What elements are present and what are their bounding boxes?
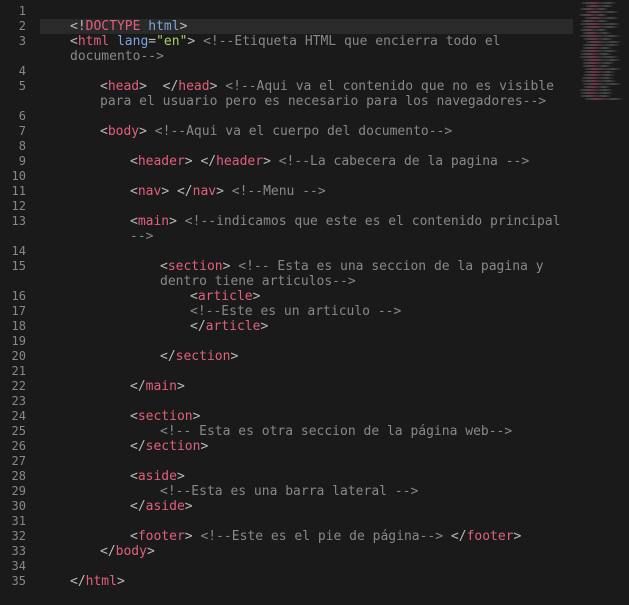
code-line[interactable]: </aside> bbox=[40, 499, 573, 514]
line-number: 1 bbox=[4, 4, 26, 19]
code-line[interactable]: <!-- Esta es otra seccion de la página w… bbox=[40, 424, 573, 439]
code-line[interactable]: <main> <!--indicamos que este es el cont… bbox=[40, 214, 573, 244]
line-number: 28 bbox=[4, 469, 26, 484]
line-number: 11 bbox=[4, 184, 26, 199]
code-line[interactable]: <aside> bbox=[40, 469, 573, 484]
line-number: 27 bbox=[4, 454, 26, 469]
line-number: 19 bbox=[4, 334, 26, 349]
code-line[interactable]: <body> <!--Aqui va el cuerpo del documen… bbox=[40, 124, 573, 139]
code-line[interactable]: <header> </header> <!--La cabecera de la… bbox=[40, 154, 573, 169]
code-line[interactable] bbox=[40, 364, 573, 379]
line-number: 6 bbox=[4, 109, 26, 124]
line-number: 7 bbox=[4, 124, 26, 139]
code-line[interactable] bbox=[40, 394, 573, 409]
code-line[interactable]: <section> <!-- Esta es una seccion de la… bbox=[40, 259, 573, 289]
line-number: 25 bbox=[4, 424, 26, 439]
line-number: 10 bbox=[4, 169, 26, 184]
line-number: 5 bbox=[4, 79, 26, 109]
line-number: 23 bbox=[4, 394, 26, 409]
line-number: 15 bbox=[4, 259, 26, 289]
code-line[interactable]: <!--Este es un articulo --> bbox=[40, 304, 573, 319]
line-number: 35 bbox=[4, 574, 26, 589]
code-line[interactable] bbox=[40, 454, 573, 469]
code-line[interactable] bbox=[40, 64, 573, 79]
code-line[interactable]: </section> bbox=[40, 349, 573, 364]
code-line[interactable] bbox=[40, 139, 573, 154]
code-line[interactable] bbox=[40, 109, 573, 124]
line-number: 16 bbox=[4, 289, 26, 304]
line-number: 29 bbox=[4, 484, 26, 499]
code-line[interactable]: <article> bbox=[40, 289, 573, 304]
code-line[interactable] bbox=[40, 334, 573, 349]
code-line[interactable]: <head> </head> <!--Aqui va el contenido … bbox=[40, 79, 573, 109]
code-line[interactable]: </article> bbox=[40, 319, 573, 334]
line-number: 21 bbox=[4, 364, 26, 379]
line-number: 24 bbox=[4, 409, 26, 424]
line-number: 32 bbox=[4, 529, 26, 544]
code-line[interactable] bbox=[40, 4, 573, 19]
code-line[interactable] bbox=[40, 244, 573, 259]
line-number: 34 bbox=[4, 559, 26, 574]
line-number: 33 bbox=[4, 544, 26, 559]
code-editor[interactable]: 1234567891011121314151617181920212223242… bbox=[0, 0, 577, 605]
line-number: 3 bbox=[4, 34, 26, 64]
code-line[interactable]: <!DOCTYPE html> bbox=[40, 19, 573, 34]
line-number: 22 bbox=[4, 379, 26, 394]
code-line[interactable]: </html> bbox=[40, 574, 573, 589]
line-number: 12 bbox=[4, 199, 26, 214]
code-area[interactable]: <!DOCTYPE html><html lang="en"> <!--Etiq… bbox=[32, 0, 577, 605]
code-line[interactable] bbox=[40, 514, 573, 529]
line-number: 9 bbox=[4, 154, 26, 169]
line-number: 17 bbox=[4, 304, 26, 319]
code-line[interactable]: </body> bbox=[40, 544, 573, 559]
line-number: 20 bbox=[4, 349, 26, 364]
line-number: 13 bbox=[4, 214, 26, 244]
line-number: 18 bbox=[4, 319, 26, 334]
code-line[interactable] bbox=[40, 169, 573, 184]
code-line[interactable] bbox=[40, 559, 573, 574]
line-number: 30 bbox=[4, 499, 26, 514]
code-line[interactable]: <html lang="en"> <!--Etiqueta HTML que e… bbox=[40, 34, 573, 64]
code-line[interactable]: <nav> </nav> <!--Menu --> bbox=[40, 184, 573, 199]
code-line[interactable]: <section> bbox=[40, 409, 573, 424]
code-line[interactable]: <!--Esta es una barra lateral --> bbox=[40, 484, 573, 499]
code-line[interactable]: </main> bbox=[40, 379, 573, 394]
code-line[interactable]: </section> bbox=[40, 439, 573, 454]
code-line[interactable] bbox=[40, 199, 573, 214]
line-number: 4 bbox=[4, 64, 26, 79]
code-line[interactable]: <footer> <!--Este es el pie de página-->… bbox=[40, 529, 573, 544]
line-number: 8 bbox=[4, 139, 26, 154]
minimap[interactable] bbox=[577, 0, 629, 100]
line-number: 26 bbox=[4, 439, 26, 454]
line-number: 2 bbox=[4, 19, 26, 34]
line-number: 31 bbox=[4, 514, 26, 529]
line-number-gutter: 1234567891011121314151617181920212223242… bbox=[0, 0, 32, 605]
line-number: 14 bbox=[4, 244, 26, 259]
